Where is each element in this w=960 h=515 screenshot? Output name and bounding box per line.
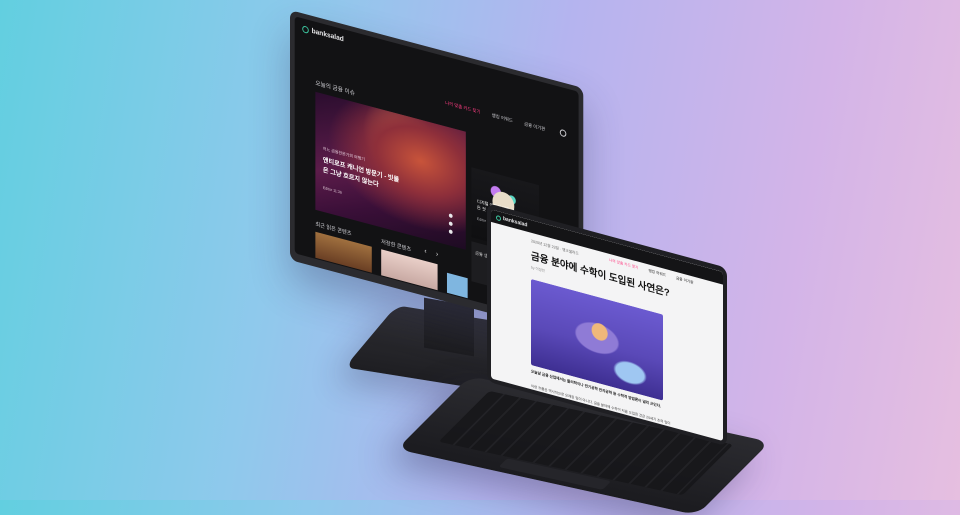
nav-item-banking-award[interactable]: 뱅킹 어워드 (648, 269, 666, 279)
nav-item-card-finder[interactable]: 나의 맞춤 카드 찾기 (445, 100, 480, 115)
carousel-dots (448, 213, 453, 235)
search-icon[interactable] (559, 128, 567, 138)
logo-icon (302, 25, 309, 34)
nav-item-finance[interactable]: 금융 이기판 (676, 276, 694, 286)
carousel-dot[interactable] (448, 221, 453, 227)
logo[interactable]: banksalad (302, 25, 344, 43)
mockup-scene: banksalad 나의 맞춤 카드 찾기 뱅킹 어워드 금융 이기판 오늘의 … (0, 0, 960, 515)
logo-text: banksalad (503, 215, 528, 229)
top-nav: 나의 맞춤 카드 찾기 뱅킹 어워드 금융 이기판 (445, 100, 545, 133)
carousel-arrows[interactable]: ‹ › (424, 248, 441, 260)
logo[interactable]: banksalad (496, 214, 527, 229)
logo-text: banksalad (311, 27, 344, 44)
carousel-dot[interactable] (448, 229, 453, 235)
article-illustration (531, 278, 663, 401)
carousel-dot[interactable] (448, 213, 453, 219)
nav-item-finance[interactable]: 금융 이기판 (524, 121, 545, 133)
saved-content-thumbnail[interactable] (446, 272, 468, 299)
nav-item-banking-award[interactable]: 뱅킹 어워드 (492, 113, 513, 125)
logo-icon (496, 214, 501, 221)
recent-content-thumbnail[interactable] (315, 231, 372, 273)
hero-meta: Editor 11:36 (322, 185, 342, 195)
